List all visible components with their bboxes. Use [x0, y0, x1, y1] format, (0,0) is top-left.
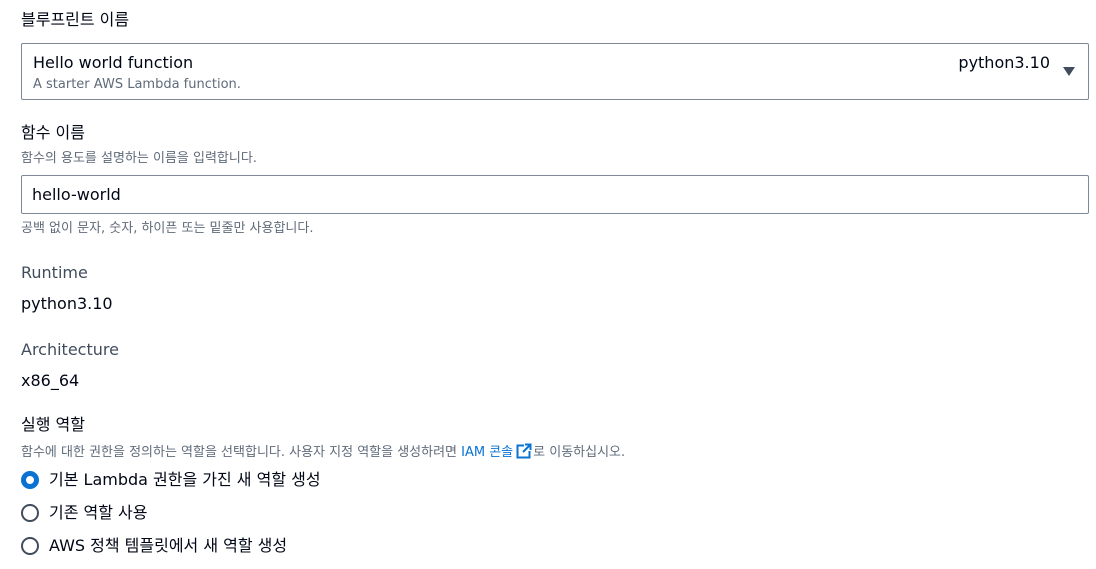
- execution-role-description: 함수에 대한 권한을 정의하는 역할을 선택합니다. 사용자 지정 역할을 생성…: [21, 443, 625, 461]
- execution-role-description-suffix: 로 이동하십시오.: [533, 445, 626, 460]
- role-option-label: 기본 Lambda 권한을 가진 새 역할 생성: [49, 470, 321, 489]
- radio-checked-icon[interactable]: [21, 471, 39, 489]
- iam-console-link[interactable]: IAM 콘솔: [461, 443, 533, 460]
- runtime-value: python3.10: [21, 294, 113, 313]
- blueprint-label: 블루프린트 이름: [21, 10, 130, 29]
- function-name-description: 함수의 용도를 설명하는 이름을 입력합니다.: [21, 151, 257, 166]
- role-option-new-basic[interactable]: 기본 Lambda 권한을 가진 새 역할 생성: [21, 468, 321, 492]
- blueprint-selected-title: Hello world function: [33, 53, 194, 72]
- execution-role-description-prefix: 함수에 대한 권한을 정의하는 역할을 선택합니다. 사용자 지정 역할을 생성…: [21, 445, 462, 460]
- radio-unchecked-icon[interactable]: [21, 537, 39, 555]
- execution-role-label: 실행 역할: [21, 415, 85, 434]
- function-name-input[interactable]: [21, 175, 1089, 214]
- role-option-label: AWS 정책 템플릿에서 새 역할 생성: [49, 536, 288, 555]
- function-name-label: 함수 이름: [21, 123, 85, 142]
- architecture-value: x86_64: [21, 371, 80, 390]
- role-option-existing[interactable]: 기존 역할 사용: [21, 501, 148, 525]
- role-option-label: 기존 역할 사용: [49, 503, 148, 522]
- blueprint-selected-description: A starter AWS Lambda function.: [33, 77, 241, 92]
- runtime-label: Runtime: [21, 263, 88, 282]
- role-option-policy-template[interactable]: AWS 정책 템플릿에서 새 역할 생성: [21, 534, 287, 558]
- radio-unchecked-icon[interactable]: [21, 504, 39, 522]
- blueprint-runtime-tag: python3.10: [958, 53, 1050, 72]
- architecture-label: Architecture: [21, 340, 119, 359]
- iam-console-link-text: IAM 콘솔: [461, 445, 514, 460]
- blueprint-select[interactable]: Hello world function A starter AWS Lambd…: [21, 43, 1089, 100]
- function-name-constraint: 공백 없이 문자, 숫자, 하이픈 또는 밑줄만 사용합니다.: [21, 221, 314, 236]
- caret-down-icon[interactable]: [1063, 67, 1075, 76]
- lambda-blueprint-form: 블루프린트 이름 Hello world function A starter …: [0, 0, 1096, 569]
- external-link-icon: [516, 443, 533, 459]
